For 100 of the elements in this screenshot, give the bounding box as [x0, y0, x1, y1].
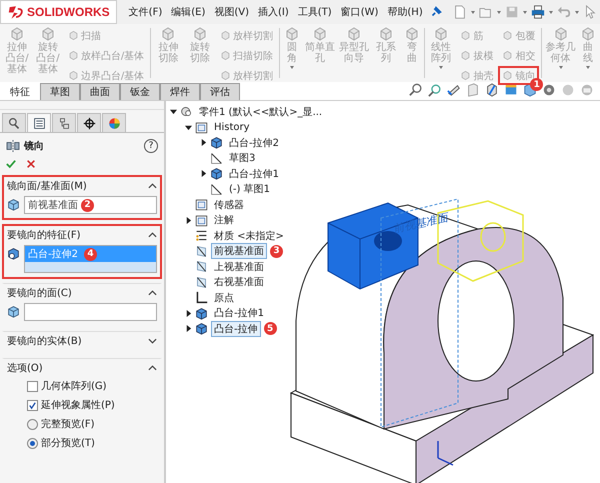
collapsed-arrow-icon[interactable]	[200, 170, 207, 178]
step-badge: 3	[270, 244, 283, 258]
option-label: 部分预览(T)	[41, 436, 95, 450]
section-title: 要镜向的特征(F)	[7, 228, 81, 242]
tree-item[interactable]: 凸台-拉伸2	[226, 134, 282, 151]
caret-icon[interactable]	[574, 9, 580, 15]
step-badge: 2	[81, 198, 94, 212]
selection-field[interactable]: 前视基准面 2	[24, 196, 157, 214]
part-icon	[180, 105, 193, 118]
color-wheel-icon	[108, 116, 120, 130]
annotation-folder-icon	[195, 214, 208, 227]
ds-logo-icon	[7, 4, 25, 20]
tree-item[interactable]: 上视基准面	[211, 258, 267, 275]
tree-item[interactable]: History	[211, 120, 253, 134]
checkbox[interactable]	[27, 380, 38, 392]
configuration-icon	[58, 116, 70, 130]
material-icon	[195, 229, 208, 242]
caret-icon[interactable]	[558, 64, 564, 70]
caret-icon[interactable]	[438, 64, 444, 70]
menu-item[interactable]: 编辑(E)	[168, 5, 208, 19]
checkbox[interactable]	[27, 400, 38, 410]
ribbon-tab[interactable]: 曲面	[80, 83, 120, 100]
ribbon-tab[interactable]: 焊件	[160, 83, 200, 100]
origin-icon	[195, 291, 208, 304]
collapsed-arrow-icon[interactable]	[185, 325, 192, 332]
caret-icon[interactable]	[548, 9, 554, 15]
sketch-icon	[210, 182, 223, 196]
section-title: 要镜向的实体(B)	[7, 334, 82, 348]
tree-item[interactable]: (-) 草图1	[226, 181, 273, 198]
tree-item[interactable]: 前视基准面	[211, 243, 267, 260]
tree-item[interactable]: 凸台-拉伸1	[226, 166, 282, 182]
expanded-arrow-icon[interactable]	[170, 108, 177, 116]
tree-item[interactable]: 凸台-拉伸	[211, 320, 261, 337]
chevron-up-icon[interactable]	[148, 365, 157, 371]
tree-item[interactable]: 传感器	[211, 196, 247, 213]
display-style-icon[interactable]	[504, 83, 518, 97]
caret-icon[interactable]	[496, 9, 502, 15]
logo-text: SOLIDWORKS	[27, 5, 110, 19]
caret-icon[interactable]	[585, 64, 592, 70]
tree-item[interactable]: 凸台-拉伸1	[211, 305, 267, 322]
menu-item[interactable]: 文件(F)	[126, 5, 166, 19]
step-badge: 1	[530, 78, 544, 91]
expanded-arrow-icon[interactable]	[185, 124, 192, 131]
chevron-down-icon[interactable]	[148, 338, 157, 344]
close-icon[interactable]	[26, 159, 36, 169]
panel-title: 镜向	[24, 140, 44, 153]
collapsed-arrow-icon[interactable]	[185, 310, 192, 317]
section-title: 选项(O)	[7, 362, 43, 375]
ribbon-tab[interactable]: 草图	[40, 83, 80, 100]
menu-item[interactable]: 窗口(W)	[338, 5, 382, 19]
field-value: 前视基准面	[28, 198, 78, 212]
zoom-area-icon[interactable]	[428, 83, 442, 97]
radio-button[interactable]	[27, 438, 38, 448]
chevron-up-icon[interactable]	[148, 183, 157, 189]
selection-field[interactable]	[24, 303, 157, 321]
panel-tab[interactable]	[27, 113, 51, 132]
collapsed-arrow-icon[interactable]	[200, 139, 207, 146]
history-folder-icon	[195, 120, 208, 134]
appearance-icon[interactable]	[542, 83, 556, 97]
caret-icon[interactable]	[470, 9, 476, 15]
menu-item[interactable]: 视图(V)	[211, 5, 252, 19]
option-label: 完整预览(F)	[41, 418, 95, 431]
section-title: 要镜向的面(C)	[7, 286, 72, 300]
ribbon-tab[interactable]: 钣金	[120, 83, 160, 100]
menu-item[interactable]: 插入(I)	[255, 5, 292, 19]
tree-item[interactable]: 注解	[211, 212, 237, 228]
collapsed-arrow-icon[interactable]	[185, 216, 192, 224]
option-label: 几何体阵列(G)	[41, 380, 107, 393]
zoom-icon[interactable]	[409, 83, 423, 97]
menu-item[interactable]: 帮助(H)	[384, 5, 426, 19]
view-orientation-icon[interactable]	[485, 83, 499, 97]
panel-tab[interactable]	[77, 113, 101, 132]
property-list-icon	[32, 116, 46, 130]
caret-icon[interactable]	[522, 9, 528, 15]
radio-button[interactable]	[27, 418, 38, 430]
tree-item[interactable]: 零件1 (默认<<默认>_显...	[196, 104, 326, 120]
print-icon[interactable]	[530, 5, 545, 19]
step-badge: 5	[264, 322, 277, 336]
chevron-up-icon[interactable]	[148, 232, 157, 238]
previous-view-icon[interactable]	[447, 83, 461, 97]
help-button[interactable]: ?	[144, 139, 158, 153]
feature-cube-icon	[7, 247, 20, 260]
menu-item[interactable]: 工具(T)	[294, 5, 335, 19]
checkmark-icon[interactable]	[6, 159, 16, 169]
selection-list[interactable]: 凸台-拉伸2 4	[24, 245, 157, 273]
caret-icon[interactable]	[289, 64, 296, 70]
crosshair-icon	[82, 116, 96, 130]
plane-icon	[195, 276, 208, 289]
tree-item[interactable]: 材质 <未指定>	[211, 228, 287, 244]
tree-item[interactable]: 右视基准面	[211, 274, 267, 290]
chevron-up-icon[interactable]	[148, 290, 157, 296]
sensor-folder-icon	[195, 198, 208, 212]
open-folder-icon[interactable]	[478, 5, 493, 19]
ribbon-tab[interactable]: 评估	[200, 83, 240, 100]
section-title: 镜向面/基准面(M)	[7, 180, 87, 193]
tree-item[interactable]: 草图3	[226, 150, 258, 166]
new-document-icon[interactable]	[452, 5, 467, 19]
plane-icon	[195, 260, 208, 274]
option-label: 延伸视象属性(P)	[41, 398, 115, 412]
tree-item[interactable]: 原点	[211, 290, 237, 306]
